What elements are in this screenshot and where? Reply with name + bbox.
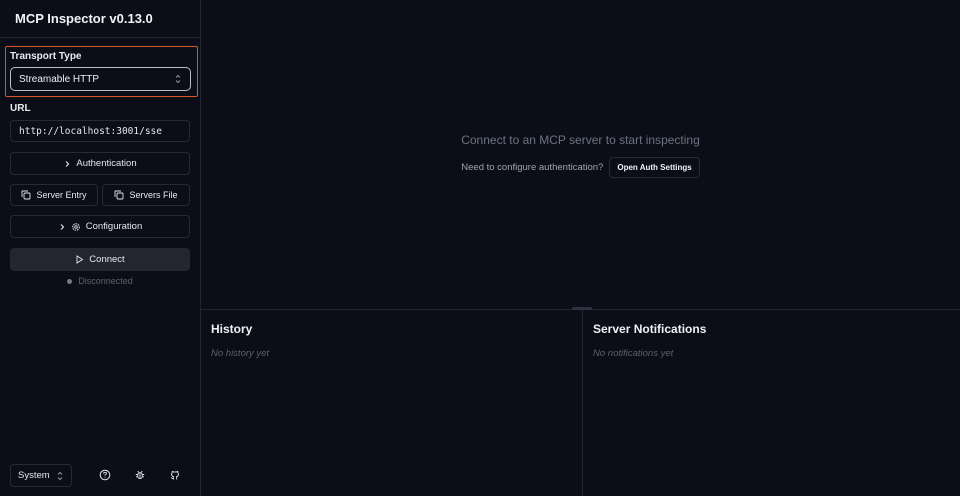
copy-icon	[114, 190, 124, 200]
history-empty-text: No history yet	[211, 348, 270, 359]
configuration-label: Configuration	[85, 221, 143, 232]
connect-button[interactable]: Connect	[10, 248, 190, 271]
theme-value: System	[18, 470, 50, 481]
server-notifications-title: Server Notifications	[593, 322, 707, 336]
transport-type-select[interactable]: Streamable HTTP	[10, 67, 191, 91]
sidebar: MCP Inspector v0.13.0 Transport Type Str…	[0, 0, 201, 496]
copy-icon	[21, 190, 31, 200]
auth-prompt-text: Need to configure authentication?	[461, 162, 604, 173]
transport-type-value: Streamable HTTP	[19, 73, 100, 85]
chevron-up-down-icon	[56, 471, 64, 481]
main-content: Connect to an MCP server to start inspec…	[201, 0, 960, 309]
empty-state-title: Connect to an MCP server to start inspec…	[461, 133, 700, 147]
url-label: URL	[10, 103, 31, 114]
authentication-button[interactable]: Authentication	[10, 152, 190, 175]
bug-icon[interactable]	[133, 468, 147, 482]
status-dot-icon	[67, 278, 73, 284]
servers-file-button[interactable]: Servers File	[102, 184, 190, 206]
chevron-right-icon	[63, 160, 71, 168]
history-title: History	[211, 322, 253, 336]
auth-prompt-row: Need to configure authentication? Open A…	[201, 157, 960, 178]
github-icon[interactable]	[168, 468, 182, 482]
app-title: MCP Inspector v0.13.0	[0, 0, 200, 38]
server-entry-label: Server Entry	[36, 190, 87, 200]
panel-separator	[582, 310, 583, 496]
url-input[interactable]: http://localhost:3001/sse	[10, 120, 190, 142]
help-icon[interactable]	[98, 468, 112, 482]
configuration-button[interactable]: Configuration	[10, 215, 190, 238]
open-auth-settings-button[interactable]: Open Auth Settings	[609, 157, 700, 178]
authentication-label: Authentication	[76, 158, 137, 169]
notifications-empty-text: No notifications yet	[593, 348, 674, 359]
gear-icon	[71, 222, 81, 232]
server-entry-button[interactable]: Server Entry	[10, 184, 98, 206]
connection-status: Disconnected	[10, 276, 190, 286]
chevron-right-icon	[58, 223, 66, 231]
connect-label: Connect	[89, 254, 125, 265]
servers-file-label: Servers File	[129, 190, 178, 200]
status-text: Disconnected	[78, 276, 133, 286]
chevron-up-down-icon	[174, 74, 182, 84]
theme-select[interactable]: System	[10, 464, 72, 487]
transport-type-group: Transport Type Streamable HTTP	[5, 46, 198, 97]
transport-type-label: Transport Type	[10, 51, 82, 62]
play-icon	[75, 255, 84, 264]
